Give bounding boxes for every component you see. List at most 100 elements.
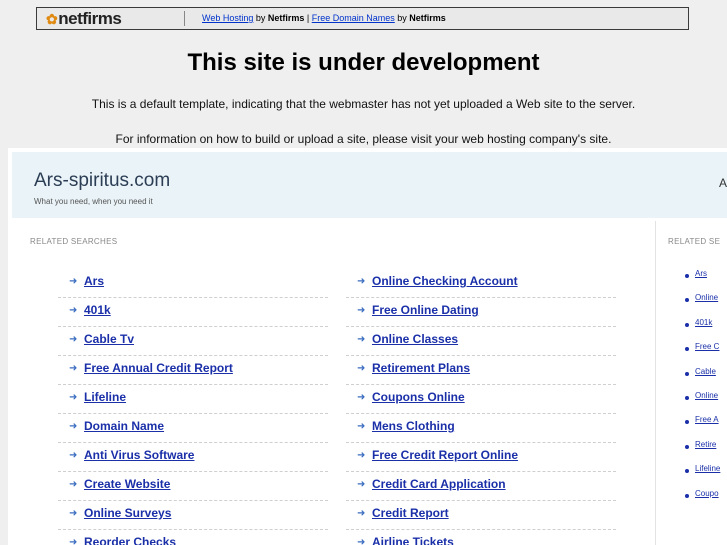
- search-link[interactable]: Free Online Dating: [372, 303, 479, 318]
- search-link[interactable]: Domain Name: [84, 419, 164, 434]
- side-list-item: Coupo: [685, 487, 727, 511]
- by-text: by: [253, 13, 268, 23]
- search-item: ➜ Lifeline: [58, 385, 328, 414]
- arrow-right-icon: ➜: [69, 305, 78, 316]
- search-item: ➜ Free Annual Credit Report: [58, 356, 328, 385]
- search-item: ➜ Free Online Dating: [346, 298, 616, 327]
- search-link[interactable]: Credit Report: [372, 506, 449, 521]
- arrow-right-icon: ➜: [69, 334, 78, 345]
- search-link[interactable]: Retirement Plans: [372, 361, 470, 376]
- brand-text: Netfirms: [267, 13, 305, 23]
- bullet-icon: [685, 395, 689, 400]
- search-item: ➜ Online Checking Account: [346, 269, 616, 298]
- search-link[interactable]: Mens Clothing: [372, 419, 455, 434]
- bullet-icon: [685, 298, 689, 303]
- side-link[interactable]: Online: [695, 293, 718, 303]
- arrow-right-icon: ➜: [357, 305, 366, 316]
- search-item: ➜ Domain Name: [58, 414, 328, 443]
- netfirms-logo[interactable]: ✿netfirms: [46, 9, 122, 28]
- side-list-item: Ars: [685, 267, 727, 291]
- brand-text: Netfirms: [409, 13, 446, 23]
- arrow-right-icon: ➜: [357, 450, 366, 461]
- search-link[interactable]: Create Website: [84, 477, 170, 492]
- arrow-right-icon: ➜: [69, 276, 78, 287]
- search-link[interactable]: Free Credit Report Online: [372, 448, 518, 463]
- free-domain-names-link[interactable]: Free Domain Names: [312, 13, 395, 23]
- side-link[interactable]: Online: [695, 391, 718, 401]
- arrow-right-icon: ➜: [357, 508, 366, 519]
- search-item: ➜ Cable Tv: [58, 327, 328, 356]
- arrow-right-icon: ➜: [69, 508, 78, 519]
- arrow-right-icon: ➜: [69, 537, 78, 545]
- search-item: ➜ Credit Card Application: [346, 472, 616, 501]
- arrow-right-icon: ➜: [357, 363, 366, 374]
- bullet-icon: [685, 420, 689, 425]
- search-link[interactable]: Airline Tickets: [372, 535, 454, 545]
- side-link[interactable]: Coupo: [695, 489, 719, 499]
- side-list-item: Free A: [685, 413, 727, 437]
- search-link[interactable]: Lifeline: [84, 390, 126, 405]
- netfirms-links: Web Hosting by Netfirms | Free Domain Na…: [202, 13, 446, 24]
- arrow-right-icon: ➜: [357, 537, 366, 545]
- side-list-item: Retire: [685, 438, 727, 462]
- side-list-item: Online: [685, 389, 727, 413]
- search-link[interactable]: Cable Tv: [84, 332, 134, 347]
- search-link[interactable]: Coupons Online: [372, 390, 465, 405]
- divider: [184, 11, 185, 26]
- arrow-right-icon: ➜: [357, 334, 366, 345]
- bullet-icon: [685, 371, 689, 376]
- netfirms-logo-text: netfirms: [58, 9, 122, 28]
- search-item: ➜ 401k: [58, 298, 328, 327]
- search-item: ➜ Mens Clothing: [346, 414, 616, 443]
- search-item: ➜ Retirement Plans: [346, 356, 616, 385]
- side-link[interactable]: Retire: [695, 440, 716, 450]
- arrow-right-icon: ➜: [357, 479, 366, 490]
- side-link[interactable]: Cable: [695, 367, 716, 377]
- side-link[interactable]: Lifeline: [695, 464, 720, 474]
- bullet-icon: [685, 274, 689, 278]
- search-link[interactable]: Anti Virus Software: [84, 448, 194, 463]
- pipe-text: |: [304, 13, 312, 23]
- arrow-right-icon: ➜: [69, 392, 78, 403]
- related-searches-main: RELATED SEARCHES ➜ Ars ➜ 401k ➜ Cable Tv ➜ Free…: [12, 221, 656, 545]
- netfirms-logo-mark-icon: ✿: [46, 11, 58, 27]
- side-link[interactable]: 401k: [695, 318, 712, 328]
- notice-line-1: This is a default template, indicating t…: [91, 97, 636, 111]
- side-link[interactable]: Free A: [695, 415, 719, 425]
- bullet-icon: [685, 444, 689, 449]
- arrow-right-icon: ➜: [69, 479, 78, 490]
- parked-header: Ars-spiritus.com What you need, when you…: [12, 152, 727, 218]
- arrow-right-icon: ➜: [69, 363, 78, 374]
- search-link[interactable]: Ars: [84, 274, 104, 289]
- arrow-right-icon: ➜: [69, 421, 78, 432]
- search-link[interactable]: Online Checking Account: [372, 274, 518, 289]
- search-link[interactable]: Credit Card Application: [372, 477, 506, 492]
- search-item: ➜ Airline Tickets: [346, 530, 616, 545]
- search-link[interactable]: Online Classes: [372, 332, 458, 347]
- side-link[interactable]: Free C: [695, 342, 719, 352]
- bullet-icon: [685, 493, 689, 498]
- search-link[interactable]: Free Annual Credit Report: [84, 361, 233, 376]
- parked-page: Ars-spiritus.com What you need, when you…: [8, 148, 727, 545]
- search-item: ➜ Online Classes: [346, 327, 616, 356]
- search-item: ➜ Free Credit Report Online: [346, 443, 616, 472]
- web-hosting-link[interactable]: Web Hosting: [202, 13, 253, 23]
- side-list-item: Online: [685, 291, 727, 315]
- search-link[interactable]: Reorder Checks: [84, 535, 176, 545]
- bullet-icon: [685, 347, 689, 352]
- side-list-item: Free C: [685, 340, 727, 364]
- search-item: ➜ Coupons Online: [346, 385, 616, 414]
- bullet-icon: [685, 322, 689, 327]
- arrow-right-icon: ➜: [69, 450, 78, 461]
- side-list-item: Lifeline: [685, 462, 727, 486]
- search-link[interactable]: Online Surveys: [84, 506, 171, 521]
- notice-line-2: For information on how to build or uploa…: [115, 132, 612, 146]
- side-link[interactable]: Ars: [695, 269, 707, 279]
- related-searches-side-label: RELATED SE: [668, 237, 721, 246]
- search-item: ➜ Anti Virus Software: [58, 443, 328, 472]
- arrow-right-icon: ➜: [357, 421, 366, 432]
- search-column-2: ➜ Online Checking Account ➜ Free Online Dat…: [346, 269, 616, 545]
- search-link[interactable]: 401k: [84, 303, 111, 318]
- by-text: by: [394, 13, 410, 23]
- site-name[interactable]: Ars-spiritus.com: [34, 170, 170, 192]
